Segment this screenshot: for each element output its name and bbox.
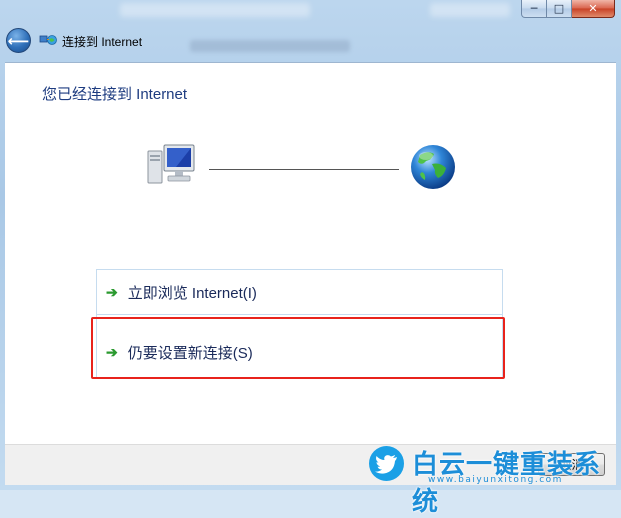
browse-internet-label: 立即浏览 Internet(I) — [127, 285, 257, 302]
watermark: 白云一键重装系统 www.baiyunxitong.com — [366, 444, 616, 517]
internet-globe-icon — [411, 145, 455, 189]
nav-title: 连接到 Internet — [62, 35, 143, 49]
minimize-button[interactable]: ─ — [521, 0, 547, 18]
page-heading: 您已经连接到 Internet — [42, 86, 188, 103]
computer-icon — [147, 144, 195, 184]
watermark-url: www.baiyunxitong.com — [428, 475, 563, 485]
bird-logo-icon — [369, 446, 404, 481]
back-button[interactable]: ⟵ — [6, 28, 31, 53]
connection-line — [209, 169, 399, 170]
network-connection-icon — [39, 35, 57, 45]
caption-buttons: ─ □ ✕ — [521, 0, 615, 19]
background-blur — [430, 3, 510, 17]
background-blur — [190, 40, 350, 52]
green-arrow-icon: ➔ — [106, 284, 118, 300]
close-button[interactable]: ✕ — [572, 0, 615, 18]
maximize-button[interactable]: □ — [547, 0, 572, 18]
background-blur — [120, 3, 310, 17]
content-panel: 您已经连接到 Internet ➔ 立即浏览 Internet(I) ➔ 仍要设… — [5, 62, 616, 445]
highlight-outline — [91, 317, 505, 379]
browse-internet-link[interactable]: ➔ 立即浏览 Internet(I) — [97, 271, 502, 315]
